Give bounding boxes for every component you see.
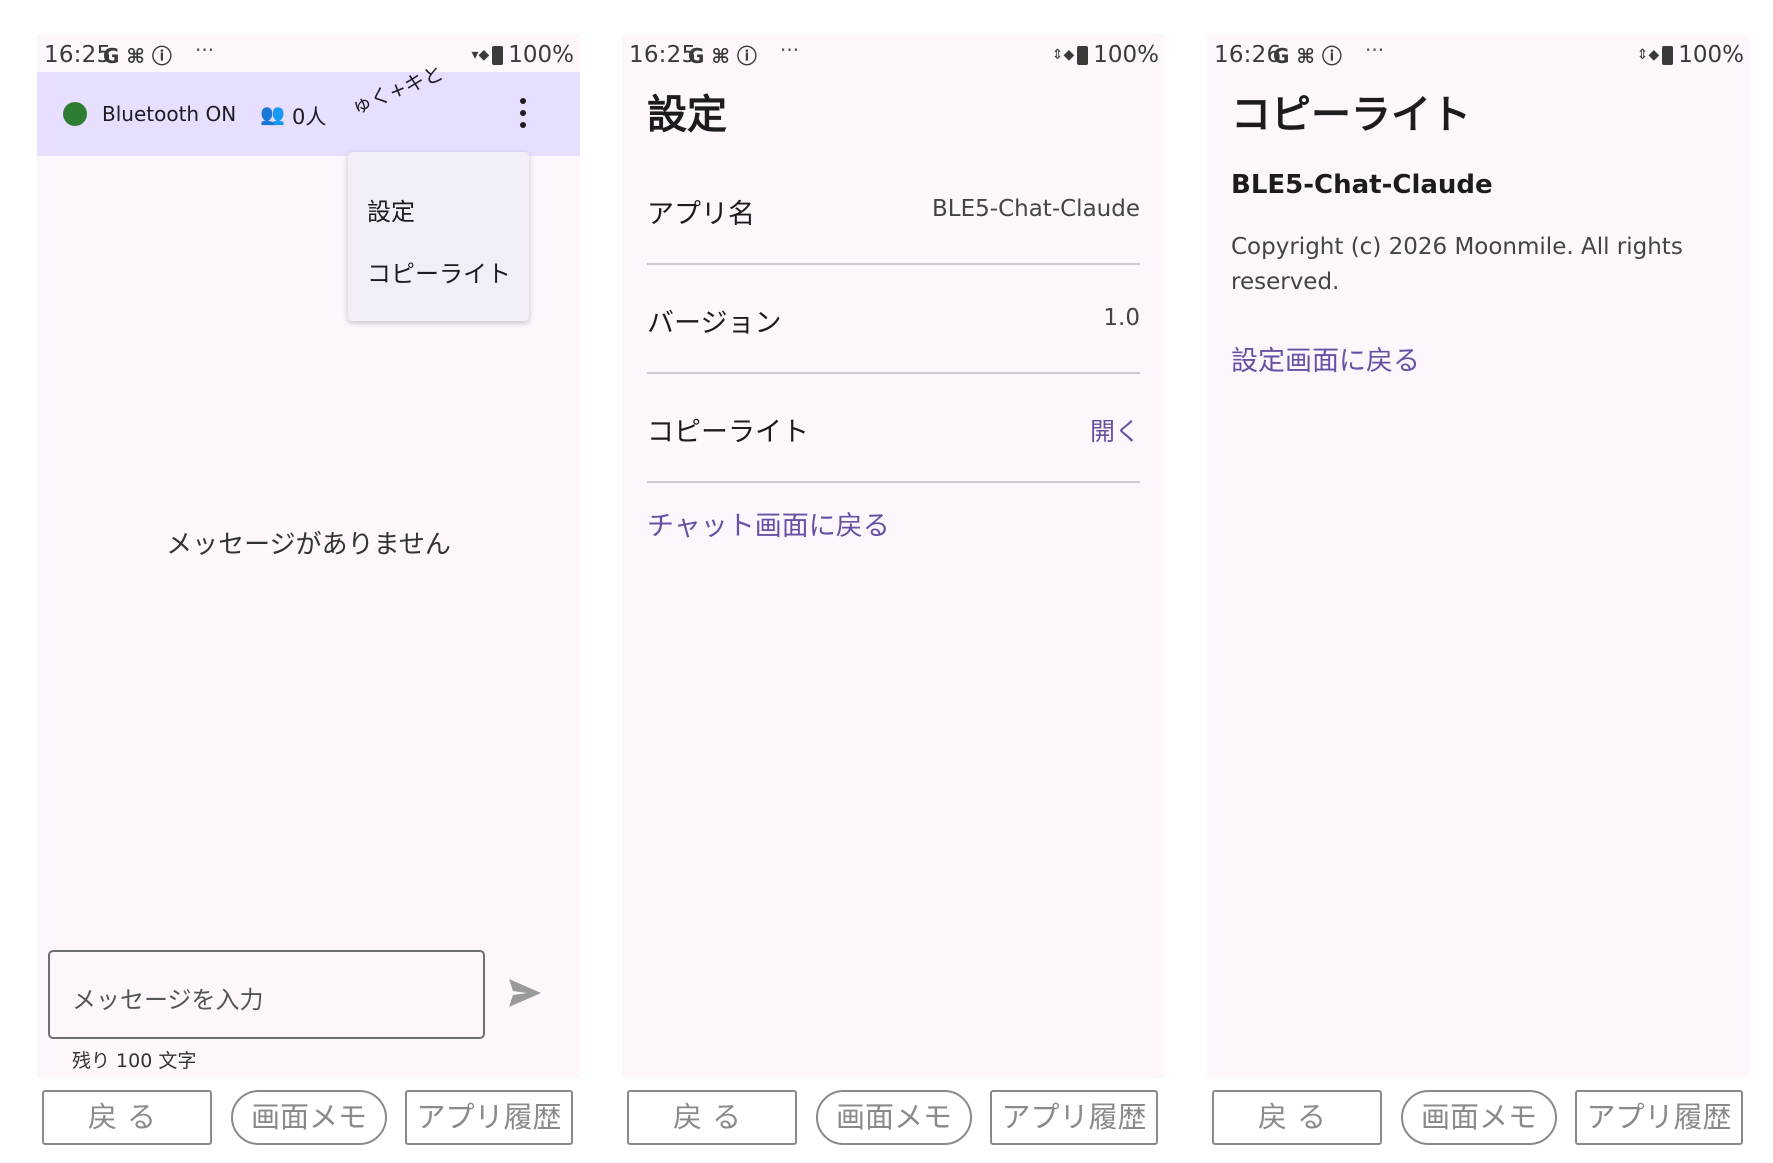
wifi-icon: ⇕◆ [1051, 47, 1075, 63]
copyright-app-name: BLE5-Chat-Claude [1231, 170, 1493, 200]
back-to-settings-link[interactable]: 設定画面に戻る [1231, 339, 1420, 378]
battery-icon [1077, 45, 1089, 65]
bluetooth-status-indicator [63, 102, 87, 126]
copyright-text: Copyright (c) 2026 Moonmile. All rights … [1231, 234, 1683, 295]
back-to-chat-link[interactable]: チャット画面に戻る [647, 504, 890, 543]
row-label: コピーライト [647, 417, 809, 448]
nav-memo-button[interactable]: 画面メモ [1401, 1090, 1557, 1145]
copyright-screen: 16:26 G ⌘ ⓘ ··· ⇕◆ 100% コピーライト BLE5-Chat… [1207, 34, 1750, 1078]
settings-screen: 16:25 G ⌘ ⓘ ··· ⇕◆ 100% 設定 アプリ名 BLE5-Cha… [622, 34, 1165, 1078]
wifi-icon: ▾◆ [471, 47, 490, 63]
battery-level: 100% [1093, 42, 1159, 68]
status-bar: 16:26 G ⌘ ⓘ ··· ⇕◆ 100% [1207, 34, 1750, 72]
menu-item-copyright[interactable]: コピーライト [367, 254, 511, 289]
more-notifications-icon: ··· [195, 38, 215, 62]
bluetooth-status-label: Bluetooth ON [102, 102, 237, 126]
chat-screen: 16:25 G ⌘ ⓘ ··· ▾◆ 100% Bluetooth ON 👥 0… [37, 34, 580, 1078]
wifi-icon: ⇕◆ [1636, 47, 1660, 63]
nav-history-button[interactable]: アプリ履歴 [1575, 1090, 1743, 1145]
settings-row-app-name: アプリ名 BLE5-Chat-Claude [647, 156, 1140, 265]
status-time: 16:25 [44, 42, 112, 68]
chat-top-bar: Bluetooth ON 👥 0人 ゅく+キと [37, 61, 580, 156]
status-notification-icons: G ⌘ ⓘ [688, 44, 757, 68]
empty-messages-text: メッセージがありません [166, 530, 451, 560]
status-bar: 16:25 G ⌘ ⓘ ··· ⇕◆ 100% [622, 34, 1165, 72]
nav-history-button[interactable]: アプリ履歴 [990, 1090, 1158, 1145]
user-count: 0人 [292, 105, 327, 129]
remaining-characters: 残り 100 文字 [72, 1050, 197, 1072]
status-bar: 16:25 G ⌘ ⓘ ··· ▾◆ 100% [37, 34, 580, 72]
overflow-menu-icon[interactable] [517, 98, 529, 128]
row-value: BLE5-Chat-Claude [932, 196, 1140, 222]
message-input-placeholder: メッセージを入力 [72, 986, 264, 1014]
row-label: バージョン [647, 308, 782, 339]
status-right: ▾◆ 100% [471, 42, 574, 68]
row-label: アプリ名 [647, 199, 755, 230]
nav-back-button[interactable]: 戻る [1212, 1090, 1382, 1145]
row-value: 1.0 [1103, 305, 1140, 331]
more-notifications-icon: ··· [1365, 38, 1385, 62]
nav-back-button[interactable]: 戻る [627, 1090, 797, 1145]
page-title: コピーライト [1231, 92, 1471, 138]
page-title: 設定 [647, 92, 727, 138]
battery-icon [492, 45, 504, 65]
more-notifications-icon: ··· [780, 38, 800, 62]
status-notification-icons: G ⌘ ⓘ [1273, 44, 1342, 68]
status-time: 16:25 [629, 42, 697, 68]
status-notification-icons: G ⌘ ⓘ [103, 44, 172, 68]
users-icon: 👥 [260, 102, 285, 126]
status-time: 16:26 [1214, 42, 1282, 68]
nav-memo-button[interactable]: 画面メモ [231, 1090, 387, 1145]
status-right: ⇕◆ 100% [1637, 42, 1744, 68]
overflow-menu: 設定 コピーライト [348, 152, 529, 321]
send-icon[interactable] [507, 976, 543, 1010]
battery-icon [1662, 45, 1674, 65]
settings-row-copyright: コピーライト 開く [647, 374, 1140, 483]
nav-back-button[interactable]: 戻る [42, 1090, 212, 1145]
open-copyright-link[interactable]: 開く [1090, 412, 1140, 448]
nav-memo-button[interactable]: 画面メモ [816, 1090, 972, 1145]
nav-history-button[interactable]: アプリ履歴 [405, 1090, 573, 1145]
status-right: ⇕◆ 100% [1052, 42, 1159, 68]
message-input[interactable]: メッセージを入力 [48, 950, 485, 1039]
battery-level: 100% [1678, 42, 1744, 68]
settings-row-version: バージョン 1.0 [647, 265, 1140, 374]
battery-level: 100% [508, 42, 574, 68]
menu-item-settings[interactable]: 設定 [367, 192, 415, 227]
